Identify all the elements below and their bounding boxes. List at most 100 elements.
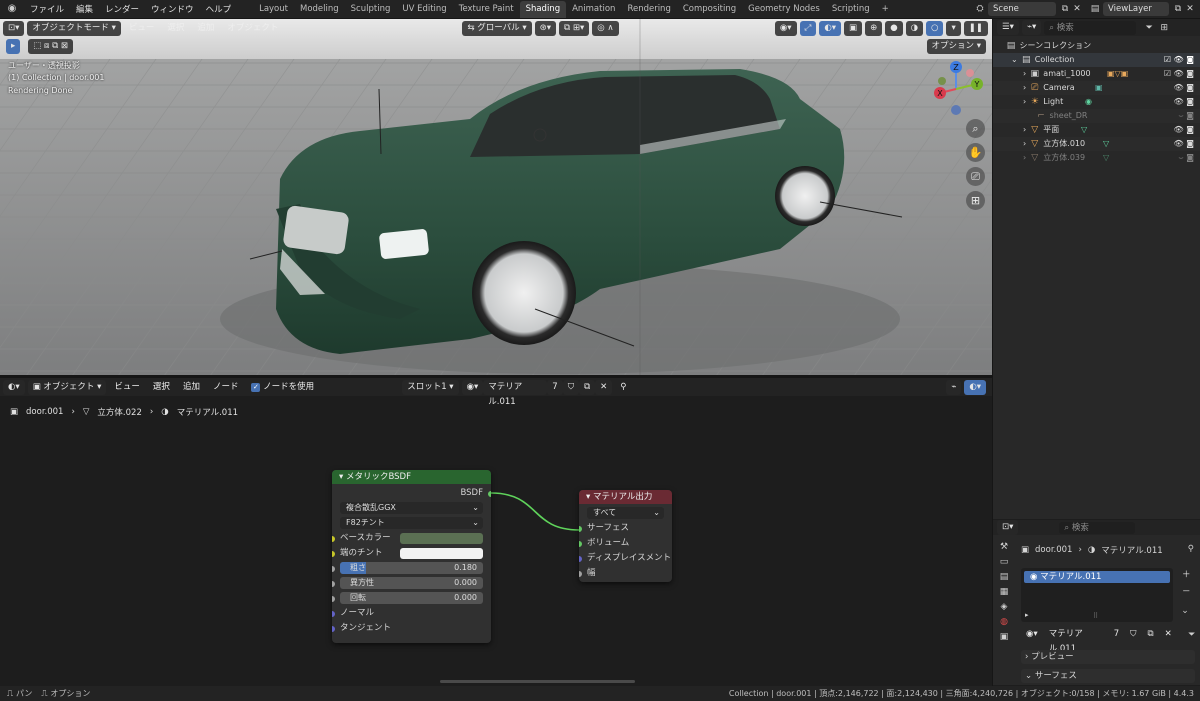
pin-icon[interactable]: ⚲ xyxy=(615,380,631,395)
bsdf-output-socket[interactable] xyxy=(488,491,491,497)
snap-icon[interactable]: ⧉ ⊞▾ xyxy=(559,20,590,36)
distribution-dropdown[interactable]: 複合散乱GGX ⌄ xyxy=(340,502,483,514)
slot-menu-chevron-icon[interactable]: ⌄ xyxy=(1179,605,1191,617)
properties-users-count[interactable]: 7 xyxy=(1108,627,1125,642)
outliner-row-plane[interactable]: › ▽ 平面 ▽ 👁 ◙ xyxy=(993,123,1200,137)
shading-rendered-icon[interactable]: ○ xyxy=(926,20,944,36)
roughness-slider[interactable]: 粗さ 0.180 xyxy=(340,562,483,574)
material-users-count[interactable]: 7 xyxy=(547,379,563,395)
roughness-socket[interactable] xyxy=(332,566,335,572)
properties-search-input[interactable]: ⌕ 検索 xyxy=(1059,521,1136,534)
row-toggles[interactable]: 👁 ◙ xyxy=(1174,81,1194,95)
outliner-scene-collection[interactable]: ▤ シーンコレクション xyxy=(993,39,1200,53)
outliner-row-light[interactable]: › ☀ Light ◉ 👁 ◙ xyxy=(993,95,1200,109)
render-tab-icon[interactable]: ▭ xyxy=(995,557,1013,567)
duplicate-material-icon[interactable]: ⧉ xyxy=(579,379,596,395)
overlay-toggle-icon[interactable]: ◐▾ xyxy=(819,20,842,36)
xray-icon[interactable]: ▣ xyxy=(844,20,863,36)
row-toggles[interactable]: ☑ 👁 ◙ xyxy=(1164,67,1194,81)
3d-viewport[interactable]: ⊡▾ オブジェクトモード ▾ ビュー 選択 追加 オブジェクト ⇆ グローバル … xyxy=(0,19,992,375)
tab-animation[interactable]: Animation xyxy=(566,1,621,18)
displacement-input-socket[interactable] xyxy=(579,556,582,562)
remove-view-layer-icon[interactable]: ✕ xyxy=(1184,3,1196,15)
viewport-menu-view[interactable]: ビュー xyxy=(124,21,160,36)
tab-layout[interactable]: Layout xyxy=(253,1,294,18)
snap-node-icon[interactable]: ⌁ xyxy=(946,379,962,395)
panel-surface[interactable]: ⌄ サーフェス xyxy=(1021,669,1195,683)
menu-file[interactable]: ファイル xyxy=(24,3,70,15)
properties-pin-icon[interactable]: ⚲ xyxy=(1188,544,1194,554)
fake-user-icon[interactable]: ⛉ xyxy=(562,379,580,395)
viewport-menu-select[interactable]: 選択 xyxy=(162,21,189,36)
anisotropy-socket[interactable] xyxy=(332,581,335,587)
menu-help[interactable]: ヘルプ xyxy=(200,3,238,15)
properties-material-browse[interactable]: ◉▾ xyxy=(1021,627,1043,642)
select-tool-icon[interactable]: ▸ xyxy=(6,39,21,54)
row-toggles[interactable]: ⌣ ◙ xyxy=(1178,109,1194,123)
row-toggles[interactable]: 👁 ◙ xyxy=(1174,95,1194,109)
visibility-icon[interactable]: ◉▾ xyxy=(774,20,797,36)
scene-field[interactable]: Scene xyxy=(988,2,1056,16)
tab-modeling[interactable]: Modeling xyxy=(294,1,345,18)
transform-orientation-dropdown[interactable]: ⇆ グローバル ▾ xyxy=(462,20,532,36)
proportional-edit-icon[interactable]: ◎ ∧ xyxy=(592,20,619,36)
add-slot-button[interactable]: ＋ xyxy=(1179,568,1194,583)
select-box-mode-icon[interactable]: ⬚ ⧈ ⧉ ⊠ xyxy=(28,39,74,54)
node-link[interactable] xyxy=(0,378,992,685)
material-slot-item[interactable]: ◉ マテリアル.011 xyxy=(1024,571,1170,583)
node-menu-add[interactable]: 追加 xyxy=(178,380,205,395)
camera-view-icon[interactable]: ⎚ xyxy=(966,167,985,186)
gizmo-toggle-icon[interactable]: ⤢ xyxy=(799,20,817,36)
properties-editor[interactable]: ⊡▾ ⌕ 検索 ⚒ ▭ ▤ ▦ ◈ ◍ ▣ ▣ door.001 › ◑ マテリ… xyxy=(993,520,1200,685)
shading-wireframe-icon[interactable]: ⊕ xyxy=(865,20,883,36)
tab-uv-editing[interactable]: UV Editing xyxy=(396,1,452,18)
viewport-menu-object[interactable]: オブジェクト xyxy=(222,21,283,36)
outliner-row-cube010[interactable]: › ▽ 立方体.010 ▽ 👁 ◙ xyxy=(993,137,1200,151)
tab-sculpting[interactable]: Sculpting xyxy=(345,1,397,18)
tab-shading[interactable]: Shading xyxy=(519,0,567,18)
menu-edit[interactable]: 編集 xyxy=(70,3,99,15)
new-collection-icon[interactable]: ⊞ xyxy=(1158,22,1170,34)
tab-scripting[interactable]: Scripting xyxy=(826,1,876,18)
properties-node-tree-icon[interactable]: ⏷ xyxy=(1186,629,1198,641)
outliner-row-collection[interactable]: ⌄ ▤ Collection ☑ 👁 ◙ xyxy=(993,53,1200,67)
pivot-icon[interactable]: ⊛▾ xyxy=(534,20,557,36)
material-output-node-header[interactable]: ▾ マテリアル出力 xyxy=(579,490,672,504)
tab-geometry-nodes[interactable]: Geometry Nodes xyxy=(742,1,826,18)
outliner-editor-type-button[interactable]: ☰▾ xyxy=(997,20,1019,35)
node-menu-node[interactable]: ノード xyxy=(208,380,244,395)
outliner-display-mode-button[interactable]: ⌁▾ xyxy=(1021,20,1042,35)
output-target-dropdown[interactable]: すべて ⌄ xyxy=(587,507,664,519)
menu-window[interactable]: ウィンドウ xyxy=(145,3,200,15)
view-layer-icon[interactable]: ▤ xyxy=(1089,3,1101,15)
pan-hand-icon[interactable]: ✋ xyxy=(966,143,985,162)
grid-perspective-icon[interactable]: ⊞ xyxy=(966,191,985,210)
outliner-row-sheet[interactable]: ⌐ sheet_DR ⌣ ◙ xyxy=(993,109,1200,123)
options-dropdown[interactable]: オプション ▾ xyxy=(926,39,986,54)
copy-view-layer-icon[interactable]: ⧉ xyxy=(1172,3,1184,15)
fresnel-dropdown[interactable]: F82チント ⌄ xyxy=(340,517,483,529)
properties-editor-type-button[interactable]: ⊡▾ xyxy=(997,520,1019,535)
row-toggles[interactable]: 👁 ◙ xyxy=(1174,123,1194,137)
menu-render[interactable]: レンダー xyxy=(99,3,145,15)
tab-compositing[interactable]: Compositing xyxy=(677,1,742,18)
outliner-row-amati[interactable]: › ▣ amati_1000 ▣▽▣ ☑ 👁 ◙ xyxy=(993,67,1200,81)
properties-fake-user-icon[interactable]: ⛉ xyxy=(1125,627,1142,642)
navigation-gizmo[interactable]: Z Y X xyxy=(926,59,986,119)
node-menu-view[interactable]: ビュー xyxy=(109,380,145,395)
horizontal-scrollbar[interactable] xyxy=(440,680,635,683)
metallic-bsdf-node[interactable]: ▾ メタリックBSDF BSDF 複合散乱GGX ⌄ F82チント ⌄ ベースカラー… xyxy=(332,470,491,643)
base-color-swatch[interactable] xyxy=(400,533,483,544)
rotation-socket[interactable] xyxy=(332,596,335,602)
slot-dropdown[interactable]: スロット1 ▾ xyxy=(402,379,459,395)
scene-tab-icon[interactable]: ◈ xyxy=(995,602,1013,612)
tangent-socket[interactable] xyxy=(332,626,335,632)
anisotropy-slider[interactable]: 異方性 0.000 xyxy=(340,577,483,589)
object-mode-dropdown[interactable]: オブジェクトモード ▾ xyxy=(27,20,121,36)
base-color-socket[interactable] xyxy=(332,536,335,542)
remove-scene-icon[interactable]: ✕ xyxy=(1071,3,1083,15)
view-layer-field[interactable]: ViewLayer xyxy=(1103,2,1169,16)
edge-tint-swatch[interactable] xyxy=(400,548,483,559)
output-tab-icon[interactable]: ▤ xyxy=(995,572,1013,582)
shader-node-editor[interactable]: ◐▾ ▣ オブジェクト ▾ ビュー 選択 追加 ノード ✓ ノードを使用 スロッ… xyxy=(0,378,992,685)
